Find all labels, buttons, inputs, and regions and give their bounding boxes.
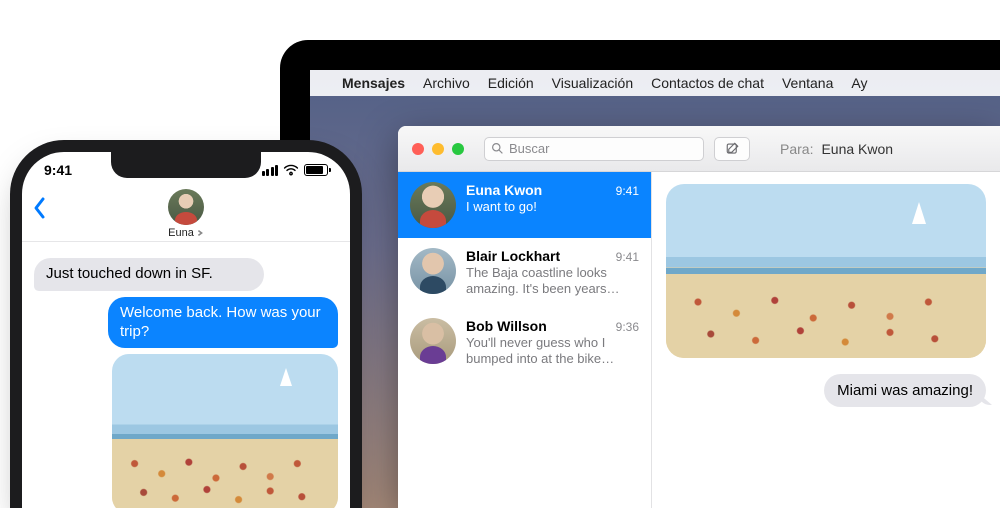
compose-icon — [725, 141, 740, 156]
menu-app-name[interactable]: Mensajes — [342, 75, 405, 91]
menu-item-edit[interactable]: Edición — [488, 75, 534, 91]
conversation-pane: Miami was amazing! — [652, 172, 1000, 508]
cellular-icon — [262, 165, 279, 176]
conversation-time: 9:41 — [616, 250, 639, 264]
zoom-button[interactable] — [452, 143, 464, 155]
avatar — [410, 318, 456, 364]
to-recipient[interactable]: Euna Kwon — [821, 141, 893, 157]
message-thread[interactable]: Just touched down in SF. Welcome back. H… — [22, 248, 350, 508]
chevron-right-icon — [196, 229, 204, 237]
contact-header[interactable]: Euna — [168, 189, 204, 239]
to-label: Para: — [780, 141, 813, 157]
conversation-time: 9:41 — [616, 184, 639, 198]
outgoing-message-bubble[interactable]: Welcome back. How was your trip? — [108, 297, 338, 349]
mac-desktop-region: Mensajes Archivo Edición Visualización C… — [280, 0, 1000, 508]
photo-detail-sailboat — [280, 368, 292, 386]
conversation-name: Bob Willson — [466, 318, 547, 334]
conversation-sidebar: Euna Kwon 9:41 I want to go! Blair Lockh… — [398, 172, 652, 508]
conversation-time: 9:36 — [616, 320, 639, 334]
search-icon — [491, 142, 504, 155]
compose-button[interactable] — [714, 137, 750, 161]
traffic-lights — [398, 143, 478, 155]
search-placeholder: Buscar — [509, 141, 549, 156]
conversation-name: Euna Kwon — [466, 182, 542, 198]
menu-item-window[interactable]: Ventana — [782, 75, 833, 91]
minimize-button[interactable] — [432, 143, 444, 155]
menu-item-view[interactable]: Visualización — [552, 75, 633, 91]
conversation-header: Euna — [22, 186, 350, 242]
conversation-row[interactable]: Bob Willson 9:36 You'll never guess who … — [398, 308, 651, 378]
photo-detail-beach — [112, 442, 338, 508]
menu-item-buddies[interactable]: Contactos de chat — [651, 75, 764, 91]
window-titlebar: Buscar Para: Euna Kwon — [398, 126, 1000, 172]
close-button[interactable] — [412, 143, 424, 155]
to-field: Para: Euna Kwon — [780, 141, 893, 157]
back-button[interactable] — [32, 196, 52, 224]
conversation-preview: I want to go! — [466, 199, 639, 215]
message-photo-attachment[interactable] — [666, 184, 986, 358]
mac-menu-bar: Mensajes Archivo Edición Visualización C… — [310, 70, 1000, 96]
avatar — [168, 189, 204, 225]
contact-name: Euna — [168, 227, 194, 239]
incoming-message-bubble[interactable]: Miami was amazing! — [824, 374, 986, 407]
avatar — [410, 248, 456, 294]
photo-detail-beach — [666, 278, 986, 358]
conversation-name: Blair Lockhart — [466, 248, 560, 264]
conversation-preview: You'll never guess who I bumped into at … — [466, 335, 639, 368]
photo-detail-sailboat — [912, 202, 926, 224]
iphone-notch — [111, 152, 261, 178]
messages-window: Buscar Para: Euna Kwon Euna Kwon 9:41 — [398, 126, 1000, 508]
battery-icon — [304, 164, 328, 176]
incoming-message-bubble[interactable]: Just touched down in SF. — [34, 258, 264, 291]
iphone-device: 9:41 Euna Just touched down in SF. Welco… — [22, 152, 350, 508]
search-input[interactable]: Buscar — [484, 137, 704, 161]
avatar — [410, 182, 456, 228]
chevron-left-icon — [32, 196, 46, 220]
conversation-row[interactable]: Euna Kwon 9:41 I want to go! — [398, 172, 651, 238]
wifi-icon — [283, 164, 299, 176]
menu-item-help[interactable]: Ay — [851, 75, 867, 91]
message-photo-attachment[interactable] — [112, 354, 338, 508]
conversation-row[interactable]: Blair Lockhart 9:41 The Baja coastline l… — [398, 238, 651, 308]
conversation-preview: The Baja coastline looks amazing. It's b… — [466, 265, 639, 298]
menu-item-file[interactable]: Archivo — [423, 75, 470, 91]
status-clock: 9:41 — [44, 162, 72, 178]
